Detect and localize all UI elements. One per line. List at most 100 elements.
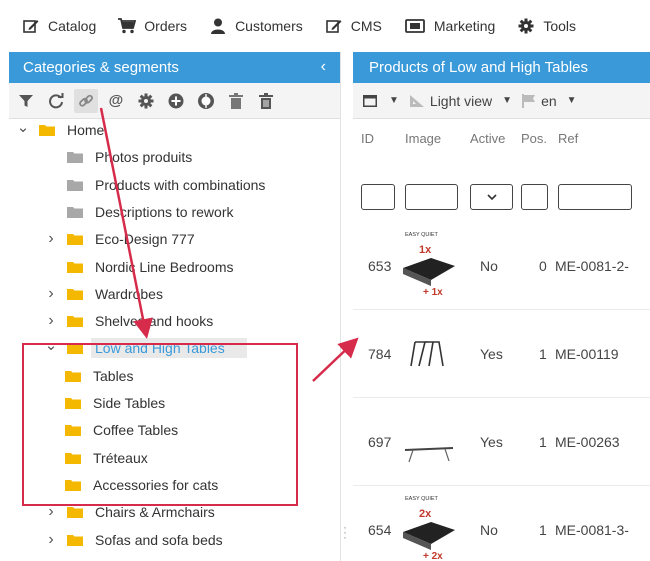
tree-node-label: Wardrobes [95, 285, 163, 302]
tree-node[interactable]: Photos produits [45, 146, 192, 168]
edit-icon [22, 18, 40, 34]
menu-orders[interactable]: Orders [118, 18, 187, 34]
tree-node-label: Shelves and hooks [95, 313, 214, 330]
products-panel-title: Products of Low and High Tables [369, 59, 589, 76]
filter-icon[interactable] [17, 92, 35, 110]
refresh-icon[interactable] [47, 92, 65, 110]
language-selector[interactable]: en ▼ [522, 93, 577, 109]
menu-cms[interactable]: CMS [325, 18, 382, 34]
tree-node[interactable]: › Wardrobes [45, 283, 163, 305]
tree-node[interactable]: Descriptions to rework [45, 201, 234, 223]
filter-ref-input[interactable] [558, 184, 632, 210]
link-icon[interactable] [74, 88, 98, 113]
table-row[interactable]: 697 Yes 1 ME-00263 [353, 398, 650, 486]
tree-node-label: Chairs & Armchairs [95, 504, 215, 521]
cell-active: Yes [480, 434, 503, 450]
view-selector-label: Light view [429, 92, 493, 109]
cell-position: 1 [539, 346, 547, 362]
gear-icon[interactable] [137, 92, 155, 110]
filter-image-input[interactable] [405, 184, 458, 210]
trash-icon[interactable] [227, 92, 245, 110]
add-icon[interactable] [167, 92, 185, 110]
chevron-right-icon[interactable]: › [45, 285, 57, 303]
column-ref[interactable]: Ref [558, 131, 578, 146]
ticket-icon [404, 18, 426, 34]
folder-icon [67, 534, 83, 546]
svg-text:+ 2x: + 2x [423, 551, 443, 561]
products-grid-header: ID Image Active Pos. Ref [353, 119, 650, 169]
product-thumbnail-trestle [410, 341, 444, 367]
folder-icon [67, 315, 83, 328]
product-thumbnail-easy-quiet: EASY QUIET 1x + 1x [403, 232, 455, 298]
cell-position: 1 [539, 522, 547, 538]
tree-node[interactable]: › Sofas and sofa beds [45, 529, 223, 551]
tree-node[interactable]: › Eco-Design 777 [45, 228, 195, 250]
tree-node-label: Sofas and sofa beds [95, 531, 223, 548]
tree-node-label: Nordic Line Bedrooms [95, 258, 234, 275]
triangle-ruler-icon [409, 94, 424, 107]
column-image[interactable]: Image [405, 131, 441, 146]
categories-toolbar: @ [9, 83, 340, 119]
duplicate-icon[interactable] [197, 92, 215, 110]
product-thumbnail-table [404, 447, 454, 463]
at-icon[interactable]: @ [107, 92, 125, 110]
menu-tools-label: Tools [543, 18, 577, 34]
chevron-right-icon[interactable]: › [45, 531, 57, 549]
tree-node-label: Descriptions to rework [95, 203, 234, 220]
filter-active-select[interactable] [470, 184, 513, 210]
cell-active: No [480, 258, 498, 274]
menu-cms-label: CMS [350, 18, 382, 34]
chevron-down-icon: ▼ [566, 95, 577, 106]
products-panel-header: Products of Low and High Tables [353, 52, 650, 83]
cell-ref: ME-0081-2- [555, 258, 629, 274]
user-icon [209, 18, 227, 34]
window-icon [363, 94, 377, 107]
tree-node-label: Eco-Design 777 [95, 231, 195, 248]
table-row[interactable]: 784 Yes 1 ME-00119 [353, 310, 650, 398]
cart-icon [118, 18, 137, 34]
cell-position: 0 [539, 258, 547, 274]
table-row[interactable]: 654 EASY QUIET 2x + 2x No 1 ME-0081-3- [353, 486, 650, 561]
svg-text:EASY QUIET: EASY QUIET [405, 496, 439, 502]
column-id[interactable]: ID [361, 131, 374, 146]
products-toolbar: ▼ Light view ▼ en ▼ [353, 83, 650, 119]
tree-node[interactable]: ⌄ Home [17, 118, 105, 141]
menu-orders-label: Orders [144, 18, 188, 34]
cell-position: 1 [539, 434, 547, 450]
svg-text:+ 1x: + 1x [423, 287, 443, 298]
menu-catalog[interactable]: Catalog [22, 18, 96, 34]
categories-panel-header: Categories & segments ‹ [9, 52, 340, 83]
resize-handle[interactable]: · · · [343, 521, 347, 543]
table-row[interactable]: 653 EASY QUIET 1x + 1x No 0 ME-0081-2- [353, 222, 650, 310]
cell-ref: ME-0081-3- [555, 522, 629, 538]
tree-node-label: Home [67, 122, 105, 138]
folder-icon [67, 261, 83, 273]
columns-menu[interactable]: ▼ [363, 94, 399, 107]
menu-marketing-label: Marketing [433, 18, 496, 34]
menu-marketing[interactable]: Marketing [404, 18, 495, 34]
chevron-right-icon[interactable]: › [45, 230, 57, 248]
svg-text:1x: 1x [419, 244, 432, 256]
chevron-down-icon [487, 194, 497, 200]
menu-customers[interactable]: Customers [209, 18, 303, 34]
cell-id: 697 [368, 434, 392, 450]
view-selector[interactable]: Light view ▼ [409, 93, 512, 109]
menu-tools[interactable]: Tools [517, 18, 576, 34]
filter-position-input[interactable] [521, 184, 548, 210]
tree-node[interactable]: Products with combinations [45, 174, 265, 196]
filter-id-input[interactable] [361, 184, 395, 210]
collapse-panel-button[interactable]: ‹ [321, 58, 326, 76]
cell-ref: ME-00119 [555, 346, 619, 362]
folder-icon [67, 233, 83, 246]
tree-node[interactable]: Nordic Line Bedrooms [45, 256, 234, 278]
column-position[interactable]: Pos. [521, 131, 547, 146]
tree-node[interactable]: › Shelves and hooks [45, 310, 213, 332]
top-menu: Catalog Orders Customers CMS Marketing T… [0, 0, 650, 52]
chevron-right-icon[interactable]: › [45, 312, 57, 330]
folder-icon [67, 506, 83, 519]
column-active[interactable]: Active [470, 131, 505, 146]
cell-id: 784 [368, 346, 392, 362]
cell-id: 653 [368, 258, 392, 274]
delete-all-icon[interactable] [257, 92, 275, 110]
chevron-down-icon[interactable]: ⌄ [17, 118, 30, 136]
